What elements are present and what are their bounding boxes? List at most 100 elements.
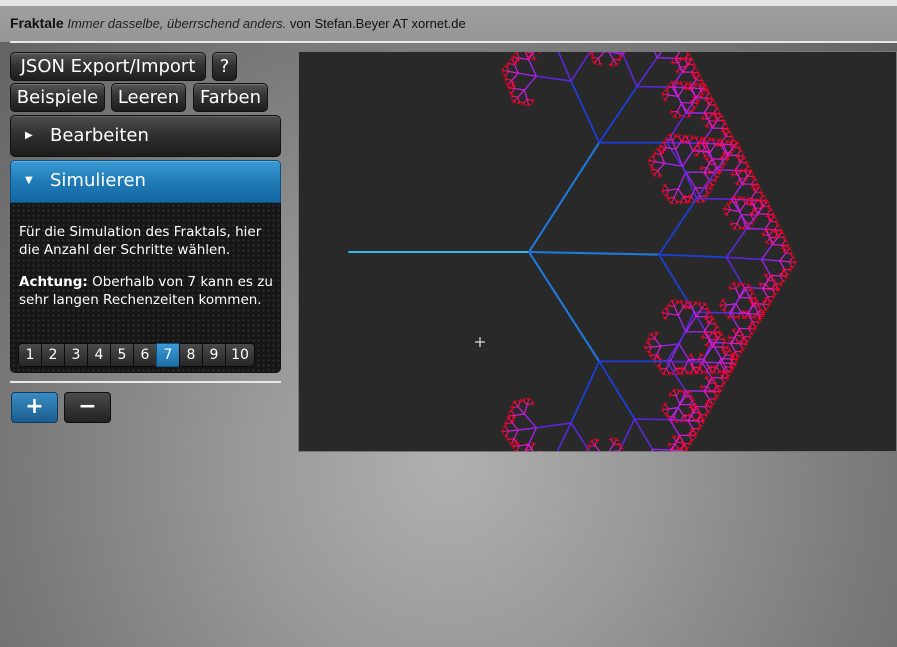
fractal-branch <box>728 312 749 315</box>
fractal-branch <box>517 96 520 103</box>
fractal-branch <box>523 89 528 100</box>
header-divider <box>10 41 897 43</box>
fractal-drawing[interactable] <box>299 52 896 451</box>
plus-button[interactable]: + <box>11 392 58 423</box>
fractal-branch <box>649 338 656 340</box>
accordion-simulate-label: Simulieren <box>50 170 146 191</box>
fractal-branch <box>570 80 601 144</box>
fractal-branch <box>633 418 671 421</box>
fractal-branch <box>673 388 677 392</box>
fractal-branch <box>736 214 742 224</box>
fractal-branch <box>665 141 703 145</box>
fractal-branch <box>528 251 601 363</box>
fractal-branch <box>668 313 679 316</box>
fractal-branch <box>680 81 684 85</box>
fractal-branch <box>673 305 679 316</box>
fractal-branch <box>760 258 781 262</box>
fractal-branch <box>709 144 716 154</box>
step-button-2[interactable]: 2 <box>41 343 65 367</box>
fractal-branch <box>675 201 678 205</box>
fractal-branch <box>742 196 746 200</box>
fractal-branch <box>760 243 774 261</box>
fractal-branch <box>712 137 716 141</box>
app-author: von Stefan.Beyer AT xornet.de <box>289 16 466 31</box>
step-button-8[interactable]: 8 <box>179 343 203 367</box>
step-button-4[interactable]: 4 <box>87 343 111 367</box>
fractal-branch <box>690 195 695 201</box>
help-button[interactable]: ? <box>212 52 237 81</box>
fractal-branch <box>703 104 710 114</box>
step-button-9[interactable]: 9 <box>202 343 226 367</box>
fractal-branch <box>700 371 703 375</box>
fractal-branch <box>512 406 519 408</box>
fractal-branch <box>750 214 754 220</box>
fractal-branch <box>717 115 721 121</box>
colors-button[interactable]: Farben <box>193 83 268 112</box>
step-button-1[interactable]: 1 <box>18 343 42 367</box>
fractal-branch <box>695 136 699 140</box>
fractal-branch <box>597 62 601 66</box>
fractal-branch <box>728 312 740 330</box>
fractal-branch <box>636 56 658 88</box>
step-button-3[interactable]: 3 <box>64 343 88 367</box>
step-button-7[interactable]: 7 <box>156 343 180 367</box>
fractal-branch <box>613 59 617 65</box>
fractal-branch <box>676 372 679 376</box>
fractal-branch <box>723 298 725 302</box>
fractal-branches <box>348 52 798 451</box>
fractal-branch <box>703 171 710 181</box>
fractal-branch <box>723 129 726 133</box>
fractal-branch <box>701 304 705 310</box>
fractal-branch <box>668 188 679 191</box>
accordion-edit-header[interactable]: ▶ Bearbeiten <box>10 115 281 157</box>
fractal-branch <box>672 80 675 84</box>
app-tagline: Immer dasselbe, überrschend anders. <box>67 16 287 31</box>
simulate-intro-text: Für die Simulation des Fraktals, hier di… <box>19 224 262 258</box>
fractal-branch <box>589 52 593 54</box>
fractal-branch <box>652 169 659 171</box>
fractal-branch <box>677 62 683 73</box>
fractal-branch <box>737 174 743 185</box>
fractal-branch <box>689 81 693 86</box>
step-button-5[interactable]: 5 <box>110 343 134 367</box>
fractal-branch <box>506 422 513 424</box>
fractal-branch <box>729 342 736 352</box>
fractal-branch <box>665 402 667 406</box>
fractal-branch <box>656 52 663 59</box>
json-export-import-button[interactable]: JSON Export/Import <box>10 52 206 81</box>
fractal-branch <box>706 385 711 391</box>
fractal-branch <box>683 358 690 369</box>
step-button-6[interactable]: 6 <box>133 343 157 367</box>
fractal-branch <box>703 323 710 333</box>
accordion-simulate-header[interactable]: ▼ Simulieren <box>10 160 281 203</box>
fractal-branch <box>517 427 538 431</box>
fractal-branch <box>674 443 679 449</box>
fractal-branch <box>708 100 713 106</box>
fractal-branch <box>715 331 718 336</box>
fractal-branch <box>705 312 709 318</box>
fractal-branch <box>598 360 636 420</box>
fractal-branch <box>675 391 680 397</box>
fractal-branch <box>651 354 658 356</box>
fractal-branch <box>511 72 519 81</box>
fractal-branch <box>762 287 773 290</box>
fractal-canvas[interactable] <box>298 51 897 452</box>
fractal-branch <box>656 345 662 356</box>
fractal-branch <box>591 438 594 443</box>
fractal-branch <box>527 58 538 77</box>
examples-button[interactable]: Beispiele <box>10 83 105 112</box>
fractal-branch <box>594 445 601 451</box>
fractal-branch <box>776 229 779 233</box>
fractal-branch <box>511 88 516 93</box>
clear-button[interactable]: Leeren <box>111 83 186 112</box>
fractal-branch <box>746 212 759 230</box>
fractal-branch <box>739 203 746 213</box>
fractal-branch <box>654 169 659 175</box>
fractal-branch <box>509 414 516 417</box>
minus-button[interactable]: − <box>64 392 111 423</box>
fractal-branch <box>771 244 783 246</box>
fractal-branch <box>725 227 748 259</box>
fractal-branch <box>699 82 702 86</box>
fractal-branch <box>594 440 598 447</box>
step-button-10[interactable]: 10 <box>225 343 255 367</box>
